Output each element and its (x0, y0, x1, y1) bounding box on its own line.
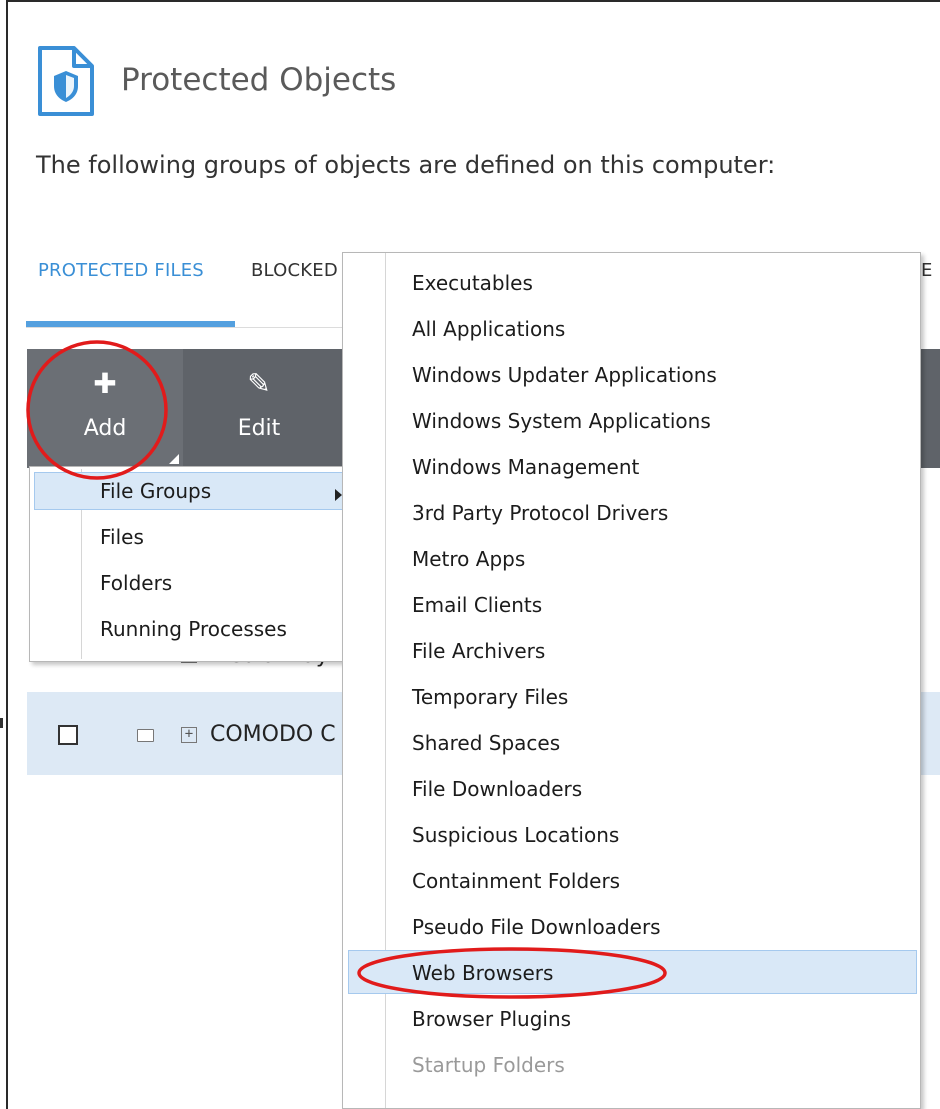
dropdown-corner-icon (169, 454, 179, 464)
window-edge-mark (0, 718, 3, 728)
menu-item-metro-apps[interactable]: Metro Apps (412, 547, 525, 571)
menu-item-executables[interactable]: Executables (412, 271, 533, 295)
menu-item-startup-folders[interactable]: Startup Folders (412, 1053, 565, 1077)
chevron-right-icon (335, 489, 342, 501)
menu-item-shared-spaces[interactable]: Shared Spaces (412, 731, 560, 755)
page-title: Protected Objects (121, 62, 397, 98)
menu-item-file-downloaders[interactable]: File Downloaders (412, 777, 582, 801)
menu-item-temporary-files[interactable]: Temporary Files (412, 685, 568, 709)
shield-document-icon (38, 46, 94, 116)
menu-item-file-archivers[interactable]: File Archivers (412, 639, 545, 663)
add-button[interactable]: ✚ Add (27, 349, 183, 468)
file-groups-submenu: Executables All Applications Windows Upd… (342, 252, 921, 1109)
tab-cut-off[interactable]: E (921, 260, 940, 281)
tab-protected-files[interactable]: PROTECTED FILES (38, 260, 204, 281)
menu-item-pseudo-file-downloaders[interactable]: Pseudo File Downloaders (412, 915, 661, 939)
menu-item-browser-plugins[interactable]: Browser Plugins (412, 1007, 571, 1031)
menu-item-3rd-party-protocol-drivers[interactable]: 3rd Party Protocol Drivers (412, 501, 668, 525)
menu-item-web-browsers[interactable]: Web Browsers (412, 961, 553, 985)
menu-item-containment-folders[interactable]: Containment Folders (412, 869, 620, 893)
menu-item-windows-updater-applications[interactable]: Windows Updater Applications (412, 363, 717, 387)
menu-item-windows-management[interactable]: Windows Management (412, 455, 639, 479)
edit-button-label: Edit (237, 416, 281, 441)
expand-icon[interactable]: + (181, 727, 197, 743)
row-name: COMODO C (210, 722, 336, 747)
add-dropdown-menu: File Groups Files Folders Running Proces… (29, 466, 349, 662)
menu-item-file-groups[interactable]: File Groups (100, 479, 211, 503)
page-subtitle: The following groups of objects are defi… (36, 151, 776, 179)
tab-divider (26, 327, 346, 328)
menu-item-running-processes[interactable]: Running Processes (100, 617, 287, 641)
folder-icon (137, 729, 154, 742)
menu-item-suspicious-locations[interactable]: Suspicious Locations (412, 823, 619, 847)
menu-item-windows-system-applications[interactable]: Windows System Applications (412, 409, 711, 433)
edit-button[interactable]: ✎ Edit (184, 349, 334, 468)
menu-item-folders[interactable]: Folders (100, 571, 172, 595)
tab-blocked[interactable]: BLOCKED (251, 260, 338, 281)
menu-item-files[interactable]: Files (100, 525, 144, 549)
add-button-label: Add (83, 416, 127, 441)
plus-icon: ✚ (93, 367, 117, 400)
pencil-icon: ✎ (247, 367, 271, 400)
menu-item-all-applications[interactable]: All Applications (412, 317, 565, 341)
menu-item-email-clients[interactable]: Email Clients (412, 593, 542, 617)
row-checkbox[interactable] (58, 725, 78, 745)
